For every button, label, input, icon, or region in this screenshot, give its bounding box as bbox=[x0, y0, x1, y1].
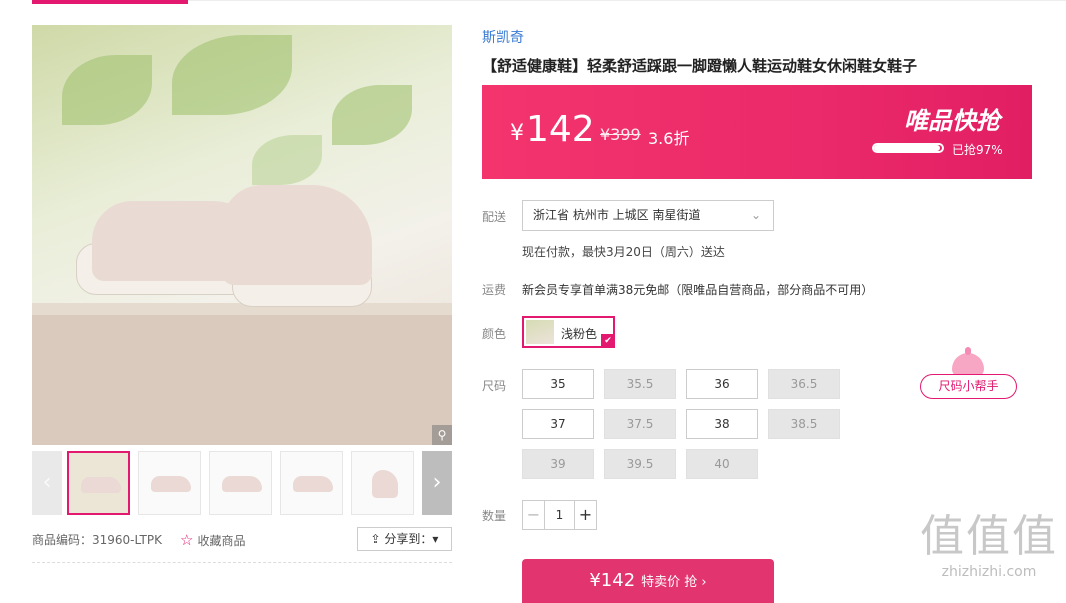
size-option[interactable]: 35 bbox=[522, 369, 594, 399]
buy-now-button[interactable]: ¥142 特卖价 抢 › bbox=[522, 559, 774, 603]
quantity-label: 数量 bbox=[482, 509, 507, 523]
delivery-address-select[interactable]: 浙江省 杭州市 上城区 南星街道 ⌄ bbox=[522, 200, 774, 231]
chevron-right-icon[interactable]: › bbox=[422, 451, 452, 515]
shipping-label: 运费 bbox=[482, 283, 507, 297]
product-code: 商品编码：31960-LTPK bbox=[32, 533, 162, 547]
thumbnail-strip: ‹ › bbox=[32, 451, 452, 515]
shoe-back bbox=[222, 185, 372, 285]
size-option[interactable]: 36.5 bbox=[768, 369, 840, 399]
leaf-decoration bbox=[62, 55, 152, 125]
watermark: 值值值 zhizhizhi.com bbox=[915, 511, 1063, 581]
divider bbox=[32, 562, 452, 563]
flash-sale-label: 唯品快抢 bbox=[904, 107, 1000, 135]
size-option[interactable]: 39 bbox=[522, 449, 594, 479]
sold-progress-text: 已抢97% bbox=[952, 143, 1003, 157]
top-border bbox=[188, 0, 1066, 1]
chevron-left-icon[interactable]: ‹ bbox=[32, 451, 62, 515]
thumbnail-image bbox=[81, 477, 121, 493]
color-option-selected[interactable]: 浅粉色 ✔ bbox=[522, 316, 615, 348]
product-main-image[interactable]: ⚲ bbox=[32, 25, 452, 445]
delivery-address: 浙江省 杭州市 上城区 南星街道 bbox=[533, 208, 701, 222]
thumbnail-item[interactable] bbox=[67, 451, 130, 515]
size-label: 尺码 bbox=[482, 379, 507, 393]
quantity-value[interactable]: 1 bbox=[545, 501, 574, 529]
delivery-estimate: 现在付款，最快3月20日（周六）送达 bbox=[522, 245, 725, 259]
thumbnail-image bbox=[222, 476, 262, 492]
sold-progress-bar bbox=[872, 143, 944, 153]
chevron-down-icon: ⌄ bbox=[750, 208, 761, 222]
leaf-decoration bbox=[332, 85, 412, 145]
buy-label: 特卖价 抢 › bbox=[641, 575, 707, 590]
buy-price: ¥142 bbox=[589, 570, 636, 591]
color-swatch-image bbox=[526, 320, 554, 344]
thumbnail-image bbox=[151, 476, 191, 492]
thumbnail-item[interactable] bbox=[138, 451, 201, 515]
brand-link[interactable]: 斯凯奇 bbox=[482, 27, 524, 47]
watermark-logo: 值值值 bbox=[920, 511, 1058, 562]
pedestal bbox=[32, 315, 452, 445]
watermark-site: zhizhizhi.com bbox=[941, 564, 1037, 580]
color-label: 颜色 bbox=[482, 327, 507, 341]
color-name: 浅粉色 bbox=[561, 327, 598, 341]
leaf-decoration bbox=[252, 135, 322, 185]
size-option[interactable]: 39.5 bbox=[604, 449, 676, 479]
quantity-stepper: − 1 + bbox=[522, 500, 597, 530]
size-option[interactable]: 38.5 bbox=[768, 409, 840, 439]
thumbnail-item[interactable] bbox=[209, 451, 272, 515]
thumbnail-item[interactable] bbox=[280, 451, 343, 515]
product-title: 【舒适健康鞋】轻柔舒适踩跟一脚蹬懒人鞋运动鞋女休闲鞋女鞋子 bbox=[482, 57, 918, 75]
thumbnail-image bbox=[372, 470, 398, 498]
size-option[interactable]: 35.5 bbox=[604, 369, 676, 399]
sold-progress-fill bbox=[874, 145, 940, 151]
minus-button[interactable]: − bbox=[523, 501, 545, 529]
original-price: ¥399 bbox=[600, 125, 641, 144]
discount-label: 3.6折 bbox=[648, 129, 690, 148]
shipping-info: 新会员专享首单满38元免邮（限唯品自营商品，部分商品不可用） bbox=[522, 283, 874, 297]
share-icon: ⇪ bbox=[370, 532, 385, 546]
share-button[interactable]: ⇪ 分享到：▾ bbox=[357, 527, 452, 551]
top-accent-bar bbox=[32, 0, 188, 4]
delivery-label: 配送 bbox=[482, 210, 507, 224]
star-outline-icon: ☆ bbox=[180, 531, 194, 549]
favorite-label: 收藏商品 bbox=[197, 534, 246, 548]
thumbnail-item[interactable] bbox=[351, 451, 414, 515]
currency-symbol: ¥ bbox=[510, 121, 524, 146]
sale-price: 142 bbox=[526, 109, 595, 150]
size-helper-button[interactable]: 尺码小帮手 bbox=[920, 374, 1017, 399]
size-option[interactable]: 37 bbox=[522, 409, 594, 439]
magnifier-icon[interactable]: ⚲ bbox=[432, 425, 452, 445]
check-icon: ✔ bbox=[601, 334, 615, 348]
share-label: 分享到：▾ bbox=[384, 532, 439, 546]
leaf-decoration bbox=[172, 35, 292, 115]
size-option[interactable]: 37.5 bbox=[604, 409, 676, 439]
size-option[interactable]: 40 bbox=[686, 449, 758, 479]
plus-button[interactable]: + bbox=[574, 501, 596, 529]
product-meta-row: 商品编码：31960-LTPK ☆ 收藏商品 ⇪ 分享到：▾ bbox=[32, 527, 452, 551]
size-option[interactable]: 36 bbox=[686, 369, 758, 399]
flash-sale-banner: ¥ 142 ¥399 3.6折 唯品快抢 已抢97% bbox=[482, 85, 1032, 179]
favorite-button[interactable]: ☆ 收藏商品 bbox=[180, 531, 245, 549]
size-option[interactable]: 38 bbox=[686, 409, 758, 439]
thumbnail-image bbox=[293, 476, 333, 492]
